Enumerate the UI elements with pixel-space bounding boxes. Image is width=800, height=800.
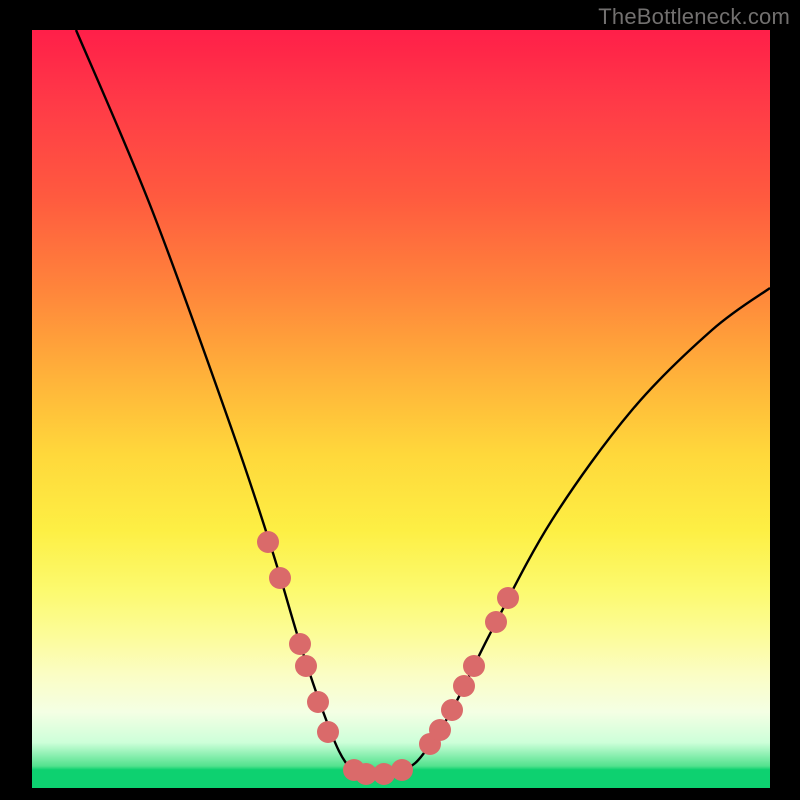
data-marker [429,719,451,741]
data-marker [317,721,339,743]
data-marker [441,699,463,721]
attribution-label: TheBottleneck.com [598,4,790,30]
data-marker [453,675,475,697]
data-marker [269,567,291,589]
data-marker [307,691,329,713]
data-marker [295,655,317,677]
data-marker [463,655,485,677]
data-marker [289,633,311,655]
data-markers [257,531,519,785]
data-marker [485,611,507,633]
chart-plot-area [32,30,770,788]
bottleneck-curve [76,30,770,774]
curve-path [76,30,770,774]
data-marker [497,587,519,609]
data-marker [257,531,279,553]
chart-svg [32,30,770,788]
data-marker [391,759,413,781]
chart-frame: TheBottleneck.com [0,0,800,800]
